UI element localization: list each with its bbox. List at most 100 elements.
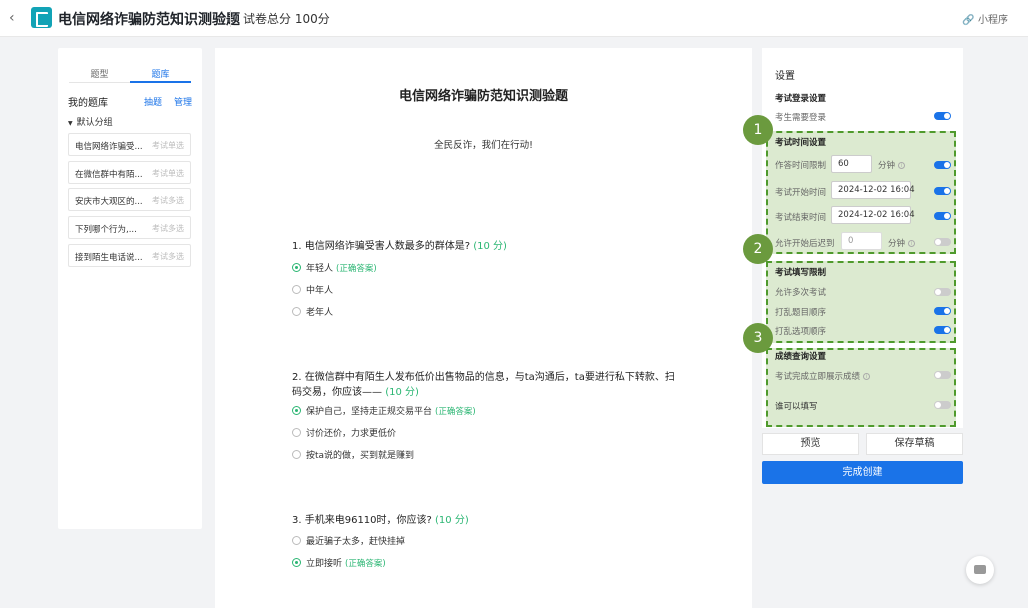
result-section-heading: 成绩查询设置 [775,352,827,362]
option[interactable]: 最近骗子太多，赶快挂掉 [292,536,405,548]
option-text: 最近骗子太多，赶快挂掉 [306,537,406,547]
option[interactable]: 中年人 [292,285,333,297]
question-text: 2. 在微信群中有陌生人发布低价出售物品的信息，与ta沟通后，ta要进行私下转款… [292,372,675,398]
bank-item-title: 下列哪个行为,... [75,225,137,235]
panel-tabs: 题型 题库 [69,67,191,81]
bank-item[interactable]: 接到陌生电话说... 考试多选 [68,244,191,267]
minutes-label: 分钟 [878,161,896,171]
login-section-heading: 考试登录设置 [775,94,827,104]
end-time-label: 考试结束时间 [775,213,827,223]
caret-down-icon: ▼ [68,120,73,127]
who-can-fill-toggle[interactable] [934,401,951,409]
bank-item-title: 接到陌生电话说... [75,253,143,263]
question-text: 3. 手机来电96110时，你应该? [292,515,432,526]
option[interactable]: 保护自己，坚持走正规交易平台 (正确答案) [292,406,476,418]
time-limit-toggle[interactable] [934,161,951,169]
option-text: 保护自己，坚持走正规交易平台 [306,407,433,417]
login-required-label: 考生需要登录 [775,113,827,123]
group-label: 默认分组 [76,118,113,128]
option-text: 立即接听 [306,559,343,569]
bank-item-title: 在微信群中有陌... [75,170,143,180]
bank-item-type: 考试多选 [152,196,184,205]
start-time-input[interactable]: 2024-12-02 16:04 [831,181,915,199]
bank-item-type: 考试多选 [152,252,184,261]
option[interactable]: 按ta说的做，买到就是赚到 [292,450,414,462]
chat-icon[interactable] [966,556,994,584]
top-bar: ‹ 电信网络诈骗防范知识测验题 试卷总分 100分 🔗 小程序 [0,0,1028,37]
radio-checked-icon [292,558,301,567]
correct-answer-tag: (正确答案) [336,264,377,274]
shuffle-options-label: 打乱选项顺序 [775,327,827,337]
settings-title: 设置 [775,71,795,82]
time-section-heading: 考试时间设置 [775,138,827,148]
option[interactable]: 立即接听 (正确答案) [292,558,386,570]
default-group[interactable]: ▼ 默认分组 [68,115,113,128]
radio-icon [292,450,301,459]
bank-item-type: 考试单选 [152,169,184,178]
option-text: 老年人 [306,308,334,318]
option-text: 讨价还价，力求更低价 [306,429,397,439]
show-result-toggle[interactable] [934,371,951,379]
option-text: 年轻人 [306,264,334,274]
paper-title[interactable]: 电信网络诈骗防范知识测验题 [215,85,752,104]
correct-answer-tag: (正确答案) [345,559,386,569]
shuffle-questions-toggle[interactable] [934,307,951,315]
late-input[interactable]: 0 [841,232,882,250]
show-result-text: 考试完成立即展示成绩 [775,372,861,382]
option-text: 按ta说的做，买到就是赚到 [306,451,415,461]
time-limit-input[interactable]: 60 [831,155,872,173]
time-limit-label: 作答时间限制 [775,161,827,171]
annotation-badge-3: 3 [743,323,773,353]
late-toggle[interactable] [934,238,951,246]
multi-attempt-label: 允许多次考试 [775,288,827,298]
paper-intro[interactable]: 全民反诈，我们在行动! [215,137,752,151]
link-icon: 🔗 [962,15,975,26]
bank-item-type: 考试多选 [152,224,184,233]
option-text: 中年人 [306,286,334,296]
total-score: 试卷总分 100分 [243,12,330,26]
shuffle-questions-label: 打乱题目顺序 [775,308,827,318]
minutes-label: 分钟 [888,239,906,249]
preview-button[interactable]: 预览 [762,433,859,455]
exam-paper: 电信网络诈骗防范知识测验题 全民反诈，我们在行动! 1. 电信网络诈骗受害人数最… [215,48,752,608]
question-2[interactable]: 2. 在微信群中有陌生人发布低价出售物品的信息，与ta沟通后，ta要进行私下转款… [292,370,682,400]
correct-answer-tag: (正确答案) [435,407,476,417]
show-result-label: 考试完成立即展示成绩 i [775,370,871,382]
radio-checked-icon [292,406,301,415]
end-time-input[interactable]: 2024-12-02 16:04 [831,206,915,224]
question-bank-panel: 题型 题库 我的题库 抽题 管理 ▼ 默认分组 电信网络诈骗受... 考试单选 在微… [58,48,202,529]
question-score: (10 分) [385,387,419,398]
option[interactable]: 老年人 [292,307,333,319]
save-draft-button[interactable]: 保存草稿 [866,433,963,455]
bank-item[interactable]: 下列哪个行为,... 考试多选 [68,216,191,239]
shuffle-options-toggle[interactable] [934,326,951,334]
finish-create-button[interactable]: 完成创建 [762,461,963,484]
quiz-icon [31,7,52,28]
time-limit-unit: 分钟 i [878,159,906,171]
bank-item[interactable]: 在微信群中有陌... 考试单选 [68,161,191,184]
end-time-toggle[interactable] [934,212,951,220]
bank-item[interactable]: 安庆市大观区的... 考试多选 [68,188,191,211]
annotation-badge-1: 1 [743,115,773,145]
tab-question-type[interactable]: 题型 [69,67,130,80]
mini-program-link[interactable]: 🔗 小程序 [962,11,1008,26]
radio-icon [292,536,301,545]
option[interactable]: 讨价还价，力求更低价 [292,428,396,440]
chevron-left-icon[interactable]: ‹ [9,9,23,27]
draw-questions-link[interactable]: 抽题 [144,95,162,108]
bank-item-title: 安庆市大观区的... [75,197,143,207]
manage-link[interactable]: 管理 [174,95,192,108]
mini-program-label: 小程序 [978,15,1008,26]
tab-question-bank[interactable]: 题库 [130,67,191,80]
start-time-toggle[interactable] [934,187,951,195]
annotation-badge-2: 2 [743,234,773,264]
login-required-toggle[interactable] [934,112,951,120]
multi-attempt-toggle[interactable] [934,288,951,296]
bank-item-type: 考试单选 [152,141,184,150]
fill-section-heading: 考试填写限制 [775,268,827,278]
question-1[interactable]: 1. 电信网络诈骗受害人数最多的群体是? (10 分) [292,239,692,254]
bank-item[interactable]: 电信网络诈骗受... 考试单选 [68,133,191,156]
who-can-fill-label: 谁可以填写 [775,402,818,412]
question-3[interactable]: 3. 手机来电96110时，你应该? (10 分) [292,513,692,528]
option[interactable]: 年轻人 (正确答案) [292,263,377,275]
